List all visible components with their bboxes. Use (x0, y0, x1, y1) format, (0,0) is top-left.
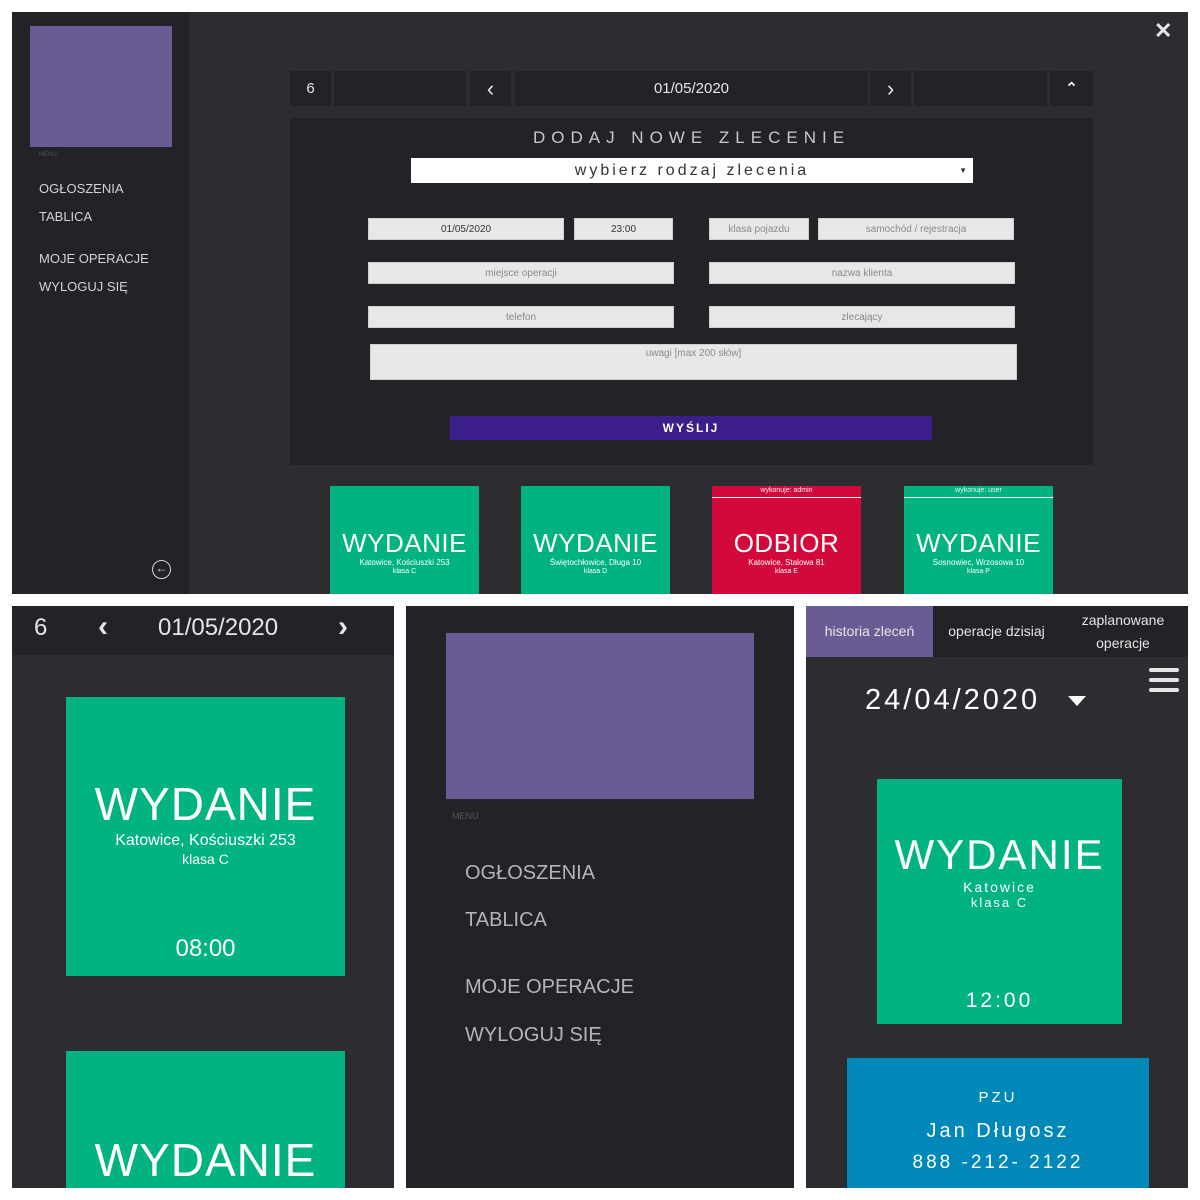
nav-tablica[interactable]: TABLICA (39, 209, 92, 224)
order-class: klasa C (392, 568, 417, 575)
phone-field[interactable]: telefon (368, 306, 674, 328)
collapse-sidebar-icon[interactable]: ← (152, 560, 171, 579)
current-date: 01/05/2020 (515, 71, 868, 106)
order-card[interactable]: wykonuje: user WYDANIE Sosnowiec, Wrzoso… (904, 486, 1053, 594)
sidebar: MENU OGŁOSZENIA TABLICA MOJE OPERACJE WY… (12, 12, 189, 594)
history-date[interactable]: 24/04/2020 (865, 684, 1040, 717)
form-title: DODAJ NOWE ZLECENIE (532, 128, 851, 147)
order-card[interactable]: wykonuje: admin ODBIOR Katowice, Stalowa… (712, 486, 861, 594)
chevron-left-icon[interactable]: ‹ (98, 610, 108, 644)
order-card[interactable]: WYDANIE Katowice, Kościuszki 253 klasa C… (66, 697, 345, 976)
order-address: Katowice, Kościuszki 253 (359, 558, 450, 567)
menu-caption: MENU (452, 811, 479, 821)
mobile-date-navigation: 6 ‹ 01/05/2020 › (12, 606, 394, 655)
week-number: 6 (34, 614, 48, 641)
chevron-right-icon[interactable]: › (338, 610, 348, 644)
nav-tablica[interactable]: TABLICA (465, 909, 547, 932)
tab-zaplanowane-operacje[interactable]: zaplanowane operacje (1068, 606, 1178, 657)
mobile-menu-panel: MENU OGŁOSZENIA TABLICA MOJE OPERACJE WY… (406, 606, 794, 1188)
client-name: Jan Długosz (926, 1120, 1070, 1142)
order-type-select[interactable]: wybierz rodzaj zlecenia ▼ (411, 158, 973, 183)
order-address: Sosnowiec, Wrzosowa 10 (932, 558, 1025, 567)
order-card[interactable]: WYDANIE Świętochłowice, Długa 10 klasa D (521, 486, 670, 594)
nav-ogloszenia[interactable]: OGŁOSZENIA (465, 862, 595, 885)
client-phone: 888 -212- 2122 (912, 1152, 1084, 1173)
chevron-down-icon: ▼ (959, 166, 967, 175)
client-name-field[interactable]: nazwa klienta (709, 262, 1015, 284)
order-type: WYDANIE (916, 528, 1041, 558)
order-type: WYDANIE (94, 778, 317, 830)
history-panel: historia zleceń operacje dzisiaj zaplano… (806, 606, 1188, 1188)
datebar-spacer-left (334, 71, 466, 106)
order-time: 08:00 (175, 935, 236, 962)
menu-caption: MENU (39, 152, 57, 158)
orderer-field[interactable]: zlecający (709, 306, 1015, 328)
order-executor: wykonuje: user (955, 487, 1002, 494)
order-time: 12:00 (965, 989, 1034, 1012)
prev-day-button[interactable]: ‹ (470, 71, 511, 106)
order-address: Świętochłowice, Długa 10 (549, 558, 642, 567)
nav-moje-operacje[interactable]: MOJE OPERACJE (39, 251, 149, 266)
insurer-name: PZU (978, 1089, 1018, 1106)
location-field[interactable]: miejsce operacji (368, 262, 674, 284)
order-type: WYDANIE (342, 528, 467, 558)
order-address: Katowice, Kościuszki 253 (115, 832, 296, 849)
order-card[interactable]: WYDANIE (66, 1051, 345, 1188)
notes-textarea[interactable]: uwagi [max 200 słów] (370, 344, 1017, 380)
order-type: WYDANIE (533, 528, 658, 558)
close-icon[interactable]: ✕ (1154, 18, 1172, 44)
order-type: WYDANIE (94, 1134, 317, 1186)
datebar-spacer-right (914, 71, 1047, 106)
hamburger-menu-icon[interactable] (1149, 668, 1179, 694)
divider (712, 497, 861, 498)
submit-button[interactable]: WYŚLIJ (450, 416, 932, 440)
nav-ogloszenia[interactable]: OGŁOSZENIA (39, 181, 124, 196)
date-field[interactable]: 01/05/2020 (368, 218, 564, 240)
date-navigation: 6 ‹ 01/05/2020 › ⌃ (290, 71, 1093, 106)
nav-wyloguj[interactable]: WYLOGUJ SIĘ (465, 1024, 602, 1047)
order-city: Katowice (963, 879, 1036, 895)
time-field[interactable]: 23:00 (574, 218, 673, 240)
order-class: klasa E (775, 568, 798, 575)
order-address: Katowice, Stalowa 81 (748, 558, 825, 567)
logo (446, 633, 754, 799)
vehicle-class-field[interactable]: klasa pojazdu (709, 218, 809, 240)
order-executor: wykonuje: admin (760, 487, 813, 494)
order-type-select-value: wybierz rodzaj zlecenia (574, 162, 810, 179)
order-class: klasa P (967, 568, 990, 575)
order-class: klasa D (583, 568, 608, 575)
new-order-form: DODAJ NOWE ZLECENIE wybierz rodzaj zlece… (290, 118, 1093, 465)
order-type: WYDANIE (894, 831, 1105, 878)
order-class: klasa C (182, 851, 229, 867)
order-type: ODBIOR (733, 528, 840, 558)
order-class: klasa C (970, 895, 1029, 910)
mobile-day-panel: 6 ‹ 01/05/2020 › WYDANIE Katowice, Kości… (12, 606, 394, 1188)
desktop-panel: MENU OGŁOSZENIA TABLICA MOJE OPERACJE WY… (12, 12, 1188, 594)
week-number: 6 (290, 71, 331, 106)
logo (30, 26, 172, 147)
current-date: 01/05/2020 (158, 614, 279, 641)
tab-operacje-dzisiaj[interactable]: operacje dzisiaj (933, 606, 1060, 657)
tab-historia-zlecen[interactable]: historia zleceń (806, 606, 933, 657)
next-day-button[interactable]: › (870, 71, 911, 106)
order-card[interactable]: WYDANIE Katowice, Kościuszki 253 klasa C (330, 486, 479, 594)
client-card[interactable]: PZU Jan Długosz 888 -212- 2122 (847, 1058, 1149, 1188)
divider (904, 497, 1053, 498)
order-card[interactable]: WYDANIE Katowice klasa C 12:00 (877, 779, 1122, 1024)
tab-bar: historia zleceń operacje dzisiaj zaplano… (806, 606, 1188, 657)
caret-down-icon[interactable] (1068, 696, 1086, 706)
collapse-up-icon[interactable]: ⌃ (1050, 71, 1093, 106)
nav-wyloguj[interactable]: WYLOGUJ SIĘ (39, 279, 128, 294)
nav-moje-operacje[interactable]: MOJE OPERACJE (465, 976, 634, 999)
car-plate-field[interactable]: samochód / rejestracja (818, 218, 1014, 240)
